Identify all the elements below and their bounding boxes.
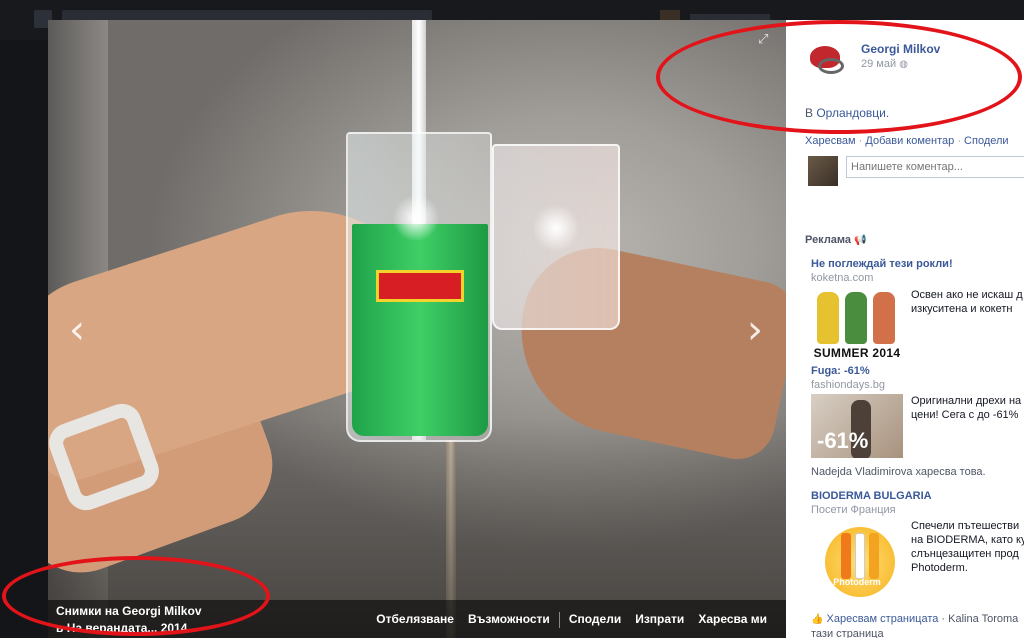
previous-photo-arrow-icon[interactable]: ‹ [62,310,92,350]
ad-domain[interactable]: fashiondays.bg [811,379,1024,391]
ad-like-rest: · Kalina Toroma [938,613,1019,625]
post-actions: Харесвам · Добави коментар · Сподели [805,135,1009,147]
ad-image-caption: Photoderm [833,577,881,587]
photo-sidebar: Georgi Milkov 29 май ◍ В Орландовци. Хар… [786,20,1024,638]
ad-domain[interactable]: koketna.com [811,272,1024,284]
background-left-column [0,40,48,638]
ad-bottle [855,533,865,579]
ad-like-line2: тази страница [811,628,884,638]
actions-divider [558,612,560,628]
ads-header-text: Реклама [805,234,852,246]
ad-image[interactable]: SUMMER 2014 [811,288,903,366]
post-date-text: 29 май [861,58,897,70]
post-share-link[interactable]: Сподели [964,135,1009,147]
location-link[interactable]: Орландовци [816,106,886,120]
author-name-link[interactable]: Georgi Milkov [861,42,940,56]
photo-actions: Отбелязване Възможности Сподели Изпрати … [369,612,774,628]
comment-row [805,154,1024,186]
next-photo-arrow-icon[interactable]: › [740,310,770,350]
ad-image[interactable]: Photoderm [811,519,903,597]
commenter-avatar [808,156,838,186]
thumbs-up-icon: 👍 [811,614,824,625]
post-date[interactable]: 29 май ◍ [861,58,908,70]
separator-dot: · [957,135,961,147]
location-suffix: . [885,106,890,120]
ads-header: Реклама 📢 [805,234,867,246]
tag-photo-button[interactable]: Отбелязване [369,612,461,628]
photo-stage[interactable]: ‹ › ⤢ Снимки на Georgi Milkov в На веран… [48,20,786,638]
ad-text: Оригинални дрехи на цени! Сега с до -61% [911,395,1022,421]
ad-text: Освен ако не искаш д изкуситена и кокетн [911,289,1023,315]
ad-social-context: Nadejda Vladimirova харесва това. [811,466,986,478]
ad-text: Спечели пътешестви на BIODERMA, като ку … [911,520,1024,574]
ad-bottle [841,533,851,579]
send-button[interactable]: Изпрати [628,612,691,628]
separator-dot: · [858,135,863,147]
post-location: В Орландовци. [805,106,889,120]
album-owner-link[interactable]: Снимки на Georgi Milkov [56,604,202,618]
ad-model [817,292,839,344]
ad-model [845,292,867,344]
post-like-link[interactable]: Харесвам [805,135,856,147]
album-name-link[interactable]: в На верандата... 2014 [56,621,187,635]
comment-input[interactable] [846,156,1024,178]
author-avatar[interactable] [808,40,850,82]
photo-caption-bar: Снимки на Georgi Milkov в На верандата..… [48,600,786,638]
ad-title[interactable]: BIODERMA BULGARIA [811,490,1024,502]
photo-sparkle [526,198,586,258]
like-button[interactable]: Харесва ми [691,612,774,628]
ad-title[interactable]: Fuga: -61% [811,365,1024,377]
add-comment-link[interactable]: Добави коментар [865,135,954,147]
options-button[interactable]: Възможности [461,612,557,628]
like-page-link[interactable]: Харесвам страницата [827,613,939,625]
avatar-ring [818,58,844,74]
ad-title[interactable]: Не поглеждай тези рокли! [811,258,1024,270]
globe-privacy-icon: ◍ [899,59,908,70]
photo-brand-label [376,270,464,302]
ad-image-caption: SUMMER 2014 [813,346,901,360]
ad-model [873,292,895,344]
ad-image-caption: -61% [817,428,869,453]
location-prefix: В [805,106,817,120]
photo-green-liquid [352,224,488,436]
photo-sparkle [386,188,446,248]
ad-bottle [869,533,879,579]
share-button[interactable]: Сподели [562,612,628,628]
ad-image[interactable]: -61% [811,394,903,458]
ad-like-row: 👍 Харесвам страницата · Kalina Toroma та… [811,612,1018,638]
fullscreen-expand-icon[interactable]: ⤢ [758,32,774,48]
megaphone-icon: 📢 [854,235,867,246]
ad-item[interactable]: BIODERMA BULGARIA Посети Франция Photode… [811,490,1024,638]
ad-item[interactable]: Fuga: -61% fashiondays.bg -61% Оригиналн… [811,365,1024,478]
ad-domain[interactable]: Посети Франция [811,504,1024,516]
ad-item[interactable]: Не поглеждай тези рокли! koketna.com SUM… [811,258,1024,366]
